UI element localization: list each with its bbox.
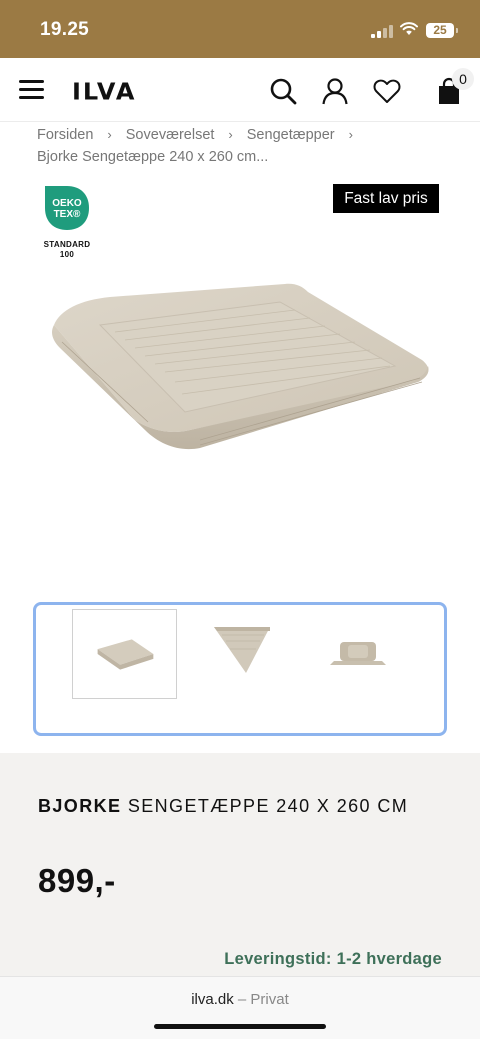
breadcrumb-link-bedspreads[interactable]: Sengetæpper bbox=[247, 124, 335, 146]
battery-icon: 25 bbox=[426, 23, 458, 38]
product-name: SENGETÆPPE 240 X 260 CM bbox=[127, 796, 409, 816]
browser-address-bar[interactable]: ilva.dk – Privat bbox=[0, 976, 480, 1039]
home-indicator[interactable] bbox=[154, 1024, 326, 1029]
tex-text: TEX® bbox=[54, 209, 81, 220]
thumbnail-2[interactable] bbox=[208, 609, 313, 699]
breadcrumb-separator: › bbox=[348, 127, 353, 142]
product-title: BJORKE SENGETÆPPE 240 X 260 CM bbox=[38, 796, 408, 817]
cart-count-badge[interactable]: 0 bbox=[452, 68, 474, 90]
breadcrumb-separator: › bbox=[228, 127, 233, 142]
heart-icon[interactable] bbox=[372, 76, 402, 106]
delivery-time: Leveringstid: 1-2 hverdage bbox=[224, 950, 442, 968]
oeko-tex-badge: OEKO TEX® STANDARD 100 bbox=[40, 185, 94, 260]
product-price: 899,- bbox=[38, 862, 116, 899]
oeko-tex-logo-icon: OEKO TEX® bbox=[45, 186, 89, 230]
product-image[interactable] bbox=[40, 270, 440, 470]
status-bar: 19.25 25 bbox=[0, 0, 480, 58]
search-icon[interactable] bbox=[268, 76, 298, 106]
private-mode-label: – Privat bbox=[237, 991, 289, 1008]
breadcrumb-separator: › bbox=[107, 127, 112, 142]
breadcrumb-current: Bjorke Sengetæppe 240 x 260 cm... bbox=[37, 149, 269, 165]
product-brand: BJORKE bbox=[38, 796, 122, 816]
site-header: ILVA bbox=[0, 58, 480, 122]
fast-low-price-badge: Fast lav pris bbox=[333, 184, 439, 213]
oeko-standard-label: STANDARD bbox=[43, 240, 91, 249]
breadcrumb-link-home[interactable]: Forsiden bbox=[37, 124, 93, 146]
url-domain[interactable]: ilva.dk bbox=[191, 991, 234, 1008]
status-time: 19.25 bbox=[40, 19, 90, 40]
cellular-signal-icon bbox=[371, 25, 393, 38]
image-gallery-thumbnails bbox=[33, 602, 447, 736]
breadcrumb-link-bedroom[interactable]: Soveværelset bbox=[126, 124, 215, 146]
user-icon[interactable] bbox=[320, 76, 350, 106]
oeko-standard-number: 100 bbox=[59, 250, 75, 259]
menu-icon[interactable] bbox=[19, 80, 44, 100]
breadcrumb: Forsiden › Soveværelset › Sengetæpper › … bbox=[37, 124, 457, 168]
thumbnail-1[interactable] bbox=[72, 609, 177, 699]
wifi-icon bbox=[400, 22, 418, 35]
oeko-text: OEKO bbox=[52, 198, 82, 209]
thumbnail-3[interactable] bbox=[326, 609, 431, 699]
ilva-logo[interactable]: ILVA bbox=[72, 79, 136, 106]
